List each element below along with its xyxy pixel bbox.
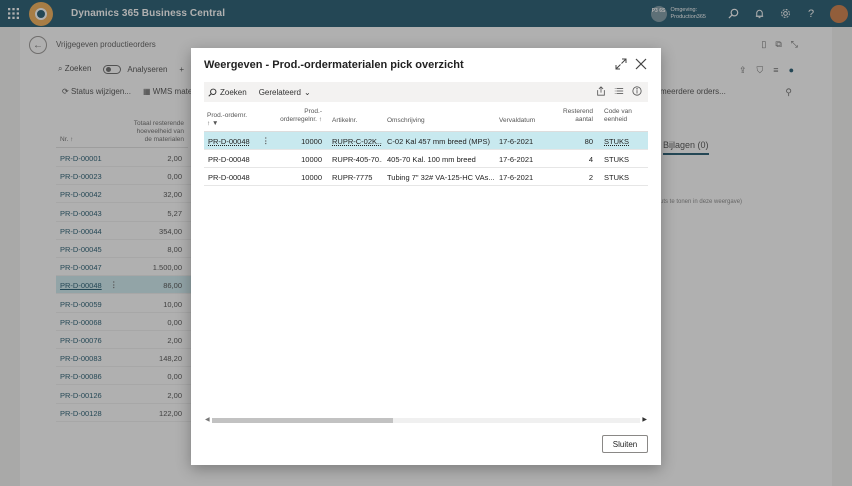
column-header-prod-order-nr-label: Prod.-ordernr. <box>207 112 248 119</box>
grid-header: Prod.-ordernr. ↑ ▼ Prod.-orderregelnr. ↑… <box>204 108 648 132</box>
due-date-cell: 17-6-2021 <box>499 155 534 164</box>
uom-cell[interactable]: STUKS <box>604 173 629 182</box>
column-header-description[interactable]: Omschrijving <box>387 117 425 125</box>
description-cell: Tubing 7" 32# VA-125-HC VAs... <box>387 173 495 182</box>
column-header-line-nr[interactable]: Prod.-orderregelnr. ↑ <box>276 108 322 124</box>
sort-filter-icon: ↑ ▼ <box>207 120 219 127</box>
dialog-search-label: Zoeken <box>220 87 247 97</box>
table-row[interactable]: PR-D-00048 10000 RUPR-C-02K... C-02 Kal 457… <box>204 132 648 150</box>
info-icon[interactable] <box>632 86 642 96</box>
description-cell: 405-70 Kal. 100 mm breed <box>387 155 476 164</box>
prod-order-nr-cell[interactable]: PR-D-00048 <box>208 155 250 164</box>
prod-order-nr-cell[interactable]: PR-D-00048 <box>208 173 250 182</box>
scroll-left-arrow-icon[interactable]: ◀ <box>205 416 210 423</box>
dialog-title: Weergeven - Prod.-ordermaterialen pick o… <box>204 59 464 71</box>
description-cell: C-02 Kal 457 mm breed (MPS) <box>387 137 490 146</box>
pick-overview-dialog: Weergeven - Prod.-ordermaterialen pick o… <box>191 48 661 465</box>
list-view-icon[interactable] <box>614 86 624 96</box>
close-button[interactable]: Sluiten <box>602 435 648 453</box>
horizontal-scrollbar[interactable]: ◀ ▶ <box>204 416 648 424</box>
row-actions-icon[interactable]: ⋮ <box>262 136 270 145</box>
chevron-down-icon: ⌄ <box>303 87 311 97</box>
remaining-qty-cell: 80 <box>584 137 593 146</box>
due-date-cell: 17-6-2021 <box>499 137 534 146</box>
dialog-toolbar: Zoeken Gerelateerd ⌄ <box>204 82 648 102</box>
line-nr-cell: 10000 <box>301 137 322 146</box>
search-icon <box>208 88 217 97</box>
close-icon[interactable] <box>635 58 647 70</box>
column-header-uom[interactable]: Code van eenheid <box>604 108 640 124</box>
related-menu[interactable]: Gerelateerd ⌄ <box>259 88 311 97</box>
due-date-cell: 17-6-2021 <box>499 173 534 182</box>
table-row[interactable]: PR-D-00048 10000 RUPR-405-70... 405-70 Kal.… <box>204 150 648 168</box>
scroll-right-arrow-icon[interactable]: ▶ <box>642 416 647 423</box>
item-nr-cell[interactable]: RUPR-C-02K... <box>332 137 382 146</box>
uom-cell[interactable]: STUKS <box>604 137 629 146</box>
prod-order-nr-cell[interactable]: PR-D-00048 <box>208 137 250 146</box>
line-nr-cell: 10000 <box>301 155 322 164</box>
dialog-search-button[interactable]: Zoeken <box>208 88 247 97</box>
line-nr-cell: 10000 <box>301 173 322 182</box>
expand-icon[interactable] <box>615 58 627 70</box>
remaining-qty-cell: 4 <box>588 155 593 164</box>
uom-cell[interactable]: STUKS <box>604 155 629 164</box>
column-header-prod-order-nr[interactable]: Prod.-ordernr. ↑ ▼ <box>207 112 257 128</box>
item-nr-cell[interactable]: RUPR-405-70... <box>332 155 382 164</box>
column-header-remaining-qty[interactable]: Resterend aantal <box>561 108 593 124</box>
item-nr-cell[interactable]: RUPR-7775 <box>332 173 382 182</box>
related-label: Gerelateerd <box>258 87 301 97</box>
column-header-item-nr[interactable]: Artikelnr. <box>332 117 357 125</box>
remaining-qty-cell: 2 <box>588 173 593 182</box>
table-row[interactable]: PR-D-00048 10000 RUPR-7775 Tubing 7" 32# VA… <box>204 168 648 186</box>
scrollbar-thumb[interactable] <box>212 418 393 423</box>
column-header-due-date[interactable]: Vervaldatum <box>499 117 535 125</box>
share-icon[interactable] <box>596 86 606 96</box>
